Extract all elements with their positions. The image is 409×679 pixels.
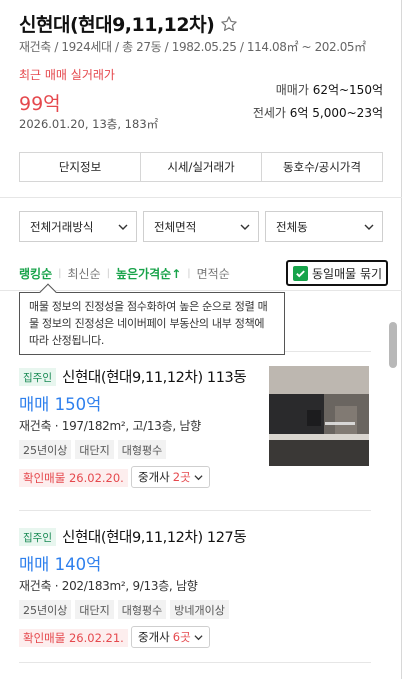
kitchen-photo-image: [269, 366, 369, 466]
sort-separator: |: [187, 267, 191, 279]
owner-badge: 집주인: [19, 528, 56, 546]
recent-sale-meta: 2026.01.20, 13층, 183㎡: [19, 117, 159, 131]
ranking-tooltip: 매물 정보의 진정성을 점수화하여 높은 순으로 정렬 매물 정보의 진정성은 …: [19, 283, 285, 355]
star-icon[interactable]: [220, 15, 238, 33]
building-label: 전체동: [276, 219, 308, 234]
tag: 25년이상: [19, 440, 72, 459]
listing-price: 매매 150억: [19, 395, 102, 414]
jeonse-range-value: 6억 5,000~23억: [289, 106, 383, 120]
title-row: 신현대(현대9,11,12차): [19, 10, 238, 37]
page-title: 신현대(현대9,11,12차): [19, 14, 215, 36]
tooltip-text: 매물 정보의 진정성을 점수화하여 높은 순으로 정렬 매물 정보의 진정성은 …: [29, 300, 268, 347]
tooltip-arrow: [39, 283, 57, 301]
confirmed-listing-date: 확인매물 26.02.20.: [19, 469, 128, 487]
listing-card[interactable]: 집주인 신현대(현대9,11,12차) 113동 매매 150억 재건축 · 1…: [19, 366, 371, 496]
sort-price-desc[interactable]: 높은가격순↑: [116, 265, 181, 282]
sort-area[interactable]: 면적순: [197, 265, 230, 282]
broker-label: 중개사: [138, 470, 170, 484]
tab-unit-official-price[interactable]: 동호수/공시가격: [262, 153, 382, 181]
listing-tags: 25년이상 대단지 대형평수 방네개이상: [19, 600, 229, 619]
checkbox-checked-icon: [293, 265, 308, 281]
tag: 대형평수: [117, 440, 167, 459]
sort-separator: |: [106, 267, 110, 279]
listing-spec: 재건축 · 197/182m², 고/13층, 남향: [19, 419, 201, 433]
complex-panel: 신현대(현대9,11,12차) 재건축 / 1924세대 / 총 27동 / 1…: [0, 0, 402, 679]
trade-type-label: 전체거래방식: [30, 219, 94, 234]
group-duplicates-toggle[interactable]: 동일매물 묶기: [286, 260, 388, 286]
area-label: 전체면적: [154, 219, 197, 234]
listing-title: 신현대(현대9,11,12차) 113동: [62, 370, 247, 386]
sort-separator: |: [58, 267, 62, 279]
section-divider: [0, 290, 402, 291]
tag: 25년이상: [19, 600, 72, 619]
listing-tags: 25년이상 대단지 대형평수: [19, 440, 167, 459]
info-tab-group: 단지정보 시세/실거래가 동호수/공시가격: [19, 152, 383, 182]
building-select[interactable]: 전체동: [265, 211, 383, 242]
chevron-down-icon: [194, 474, 203, 480]
sort-options: 랭킹순 | 최신순 | 높은가격순↑ | 면적순: [19, 263, 230, 283]
sort-ranking[interactable]: 랭킹순: [19, 265, 52, 282]
sort-latest[interactable]: 최신순: [68, 265, 101, 282]
owner-badge: 집주인: [19, 368, 56, 386]
chevron-down-icon: [118, 224, 128, 230]
jeonse-range-label: 전세가: [252, 106, 286, 120]
broker-label: 중개사: [138, 630, 170, 644]
broker-count: 6곳: [172, 630, 191, 644]
listing-title: 신현대(현대9,11,12차) 127동: [62, 530, 247, 546]
recent-sale-label: 최근 매매 실거래가: [19, 68, 115, 82]
tab-price-history[interactable]: 시세/실거래가: [141, 153, 262, 181]
tab-complex-info[interactable]: 단지정보: [20, 153, 141, 181]
sale-range-label: 매매가: [275, 83, 309, 97]
group-duplicates-label: 동일매물 묶기: [312, 266, 383, 281]
complex-subinfo: 재건축 / 1924세대 / 총 27동 / 1982.05.25 / 114.…: [19, 40, 366, 54]
tag: 방네개이상: [170, 600, 229, 619]
recent-sale-value: 99억: [19, 93, 61, 115]
chevron-down-icon: [364, 224, 374, 230]
scrollbar-thumb[interactable]: [389, 322, 397, 368]
listing-card[interactable]: 집주인 신현대(현대9,11,12차) 127동 매매 140억 재건축 · 2…: [19, 526, 371, 648]
jeonse-range: 전세가 6억 5,000~23억: [253, 104, 383, 121]
filter-row: 전체거래방식 전체면적 전체동: [19, 211, 383, 242]
sale-range-value: 62억~150억: [312, 83, 383, 97]
listing-price: 매매 140억: [19, 555, 102, 574]
chevron-down-icon: [240, 224, 250, 230]
section-divider: [0, 197, 402, 198]
confirmed-listing-date: 확인매물 26.02.21.: [19, 629, 128, 647]
listing-spec: 재건축 · 202/183m², 9/13층, 남향: [19, 579, 198, 593]
listing-photo[interactable]: [269, 366, 369, 466]
sale-range: 매매가 62억~150억: [276, 81, 383, 98]
broker-count-dropdown[interactable]: 중개사 6곳: [131, 626, 210, 648]
tag: 대단지: [75, 440, 114, 459]
broker-count: 2곳: [172, 470, 191, 484]
price-summary: 최근 매매 실거래가 99억 2026.01.20, 13층, 183㎡ 매매가…: [19, 66, 383, 131]
broker-count-dropdown[interactable]: 중개사 2곳: [131, 466, 210, 488]
area-select[interactable]: 전체면적: [143, 211, 259, 242]
trade-type-select[interactable]: 전체거래방식: [19, 211, 137, 242]
tag: 대단지: [75, 600, 114, 619]
tag: 대형평수: [117, 600, 167, 619]
chevron-down-icon: [194, 634, 203, 640]
listing-divider: [19, 662, 371, 663]
listing-divider: [19, 510, 371, 511]
